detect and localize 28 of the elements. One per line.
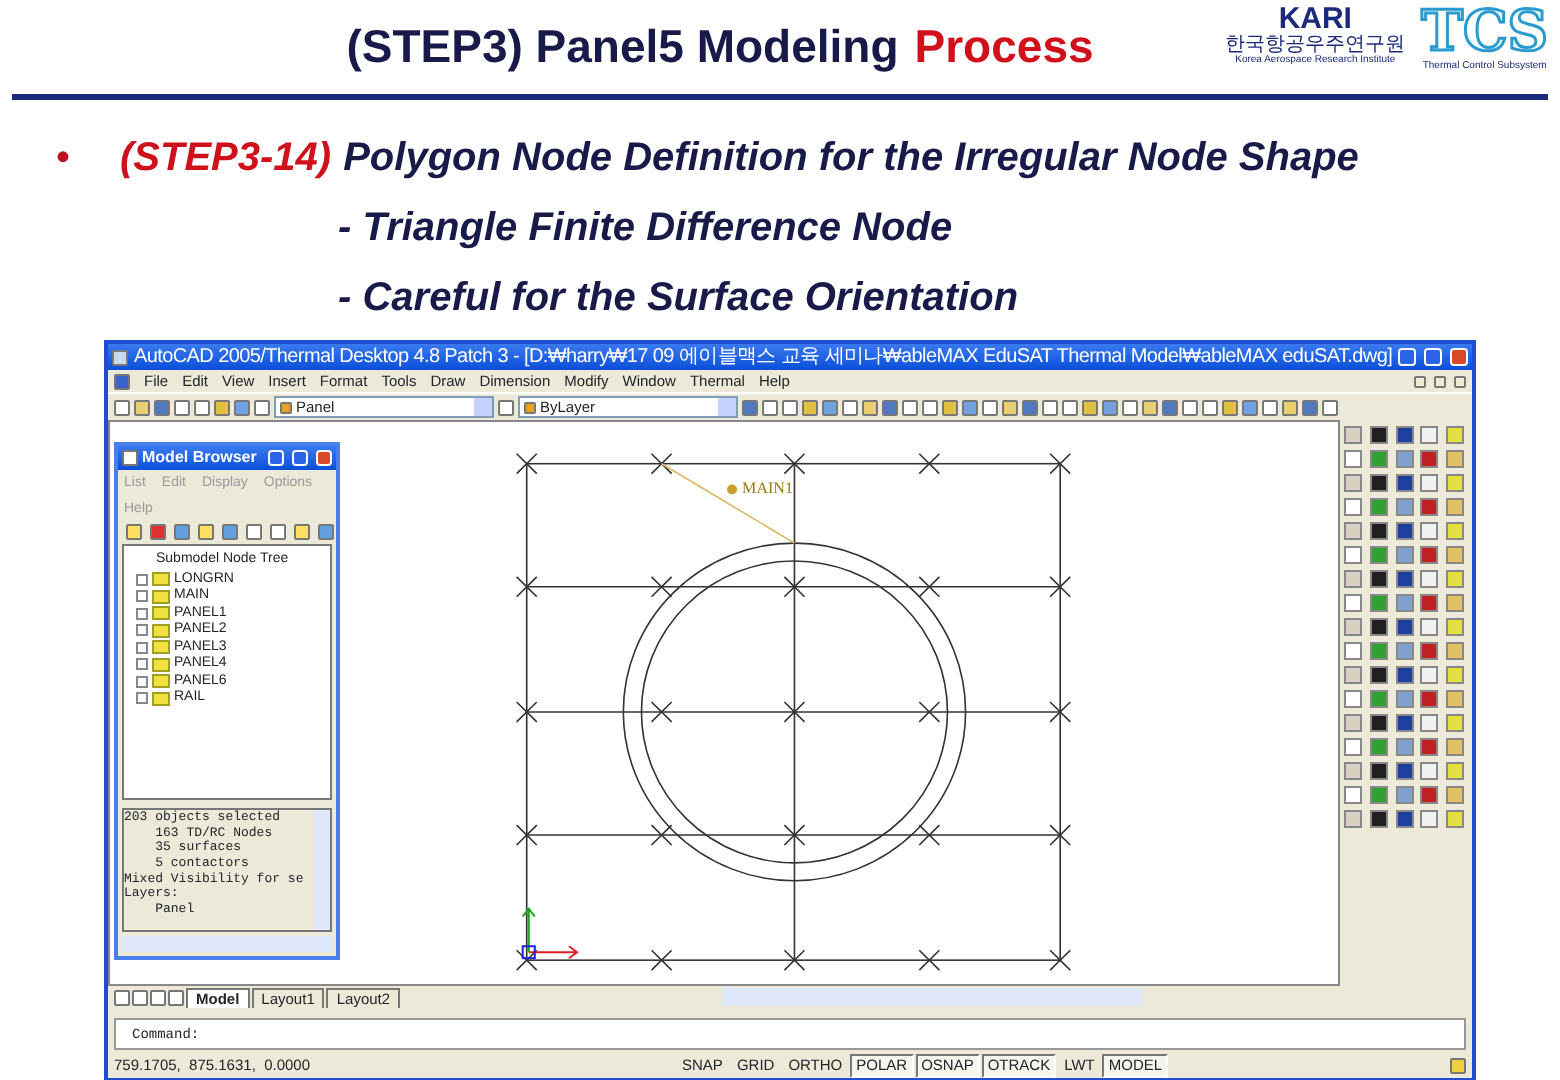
window-title: AutoCAD 2005/Thermal Desktop 4.8 Patch 3 - [D:₩harry₩17 09 에이블맥스 교육 세미나₩ableMAX EduSAT Thermal Model₩ableMAX eduSAT.dwg] bbox=[134, 344, 1393, 370]
step-label: (STEP3-14) bbox=[120, 134, 332, 184]
toolbar-icon[interactable] bbox=[498, 399, 514, 415]
logo-korean-text: 한국항공우주연구원 bbox=[1225, 34, 1406, 56]
leader-line bbox=[660, 462, 796, 544]
restore-button[interactable] bbox=[1434, 375, 1446, 387]
next-tab-button[interactable] bbox=[150, 989, 166, 1005]
slide-title-accent: Process bbox=[914, 18, 1094, 76]
first-tab-button[interactable] bbox=[114, 989, 130, 1005]
slide-title: (STEP3) Panel5 Modeling bbox=[346, 18, 899, 76]
scrollbar[interactable] bbox=[122, 936, 332, 952]
maximize-button[interactable] bbox=[292, 450, 308, 466]
sub-point: - Careful for the Surface Orientation bbox=[338, 274, 1021, 324]
maximize-button[interactable] bbox=[1424, 348, 1442, 366]
ucs-axes-icon bbox=[521, 906, 579, 960]
previous-tab-button[interactable] bbox=[132, 989, 148, 1005]
scrollbar[interactable] bbox=[722, 988, 1143, 1006]
bullet-heading: Polygon Node Definition for the Irregular Node Shape bbox=[343, 134, 1359, 184]
last-tab-button[interactable] bbox=[168, 989, 184, 1005]
logo-name: TCS bbox=[1421, 4, 1548, 60]
bullet-marker: • bbox=[56, 134, 73, 184]
node-marker-icon bbox=[727, 484, 738, 495]
color-swatch-icon bbox=[524, 401, 536, 413]
logo-name: KARI bbox=[1278, 4, 1352, 34]
layer-color-icon bbox=[280, 401, 292, 413]
browser-title: Model Browser bbox=[142, 446, 257, 470]
sub-point: - Triangle Finite Difference Node bbox=[338, 204, 955, 254]
scrollbar[interactable] bbox=[314, 810, 330, 930]
